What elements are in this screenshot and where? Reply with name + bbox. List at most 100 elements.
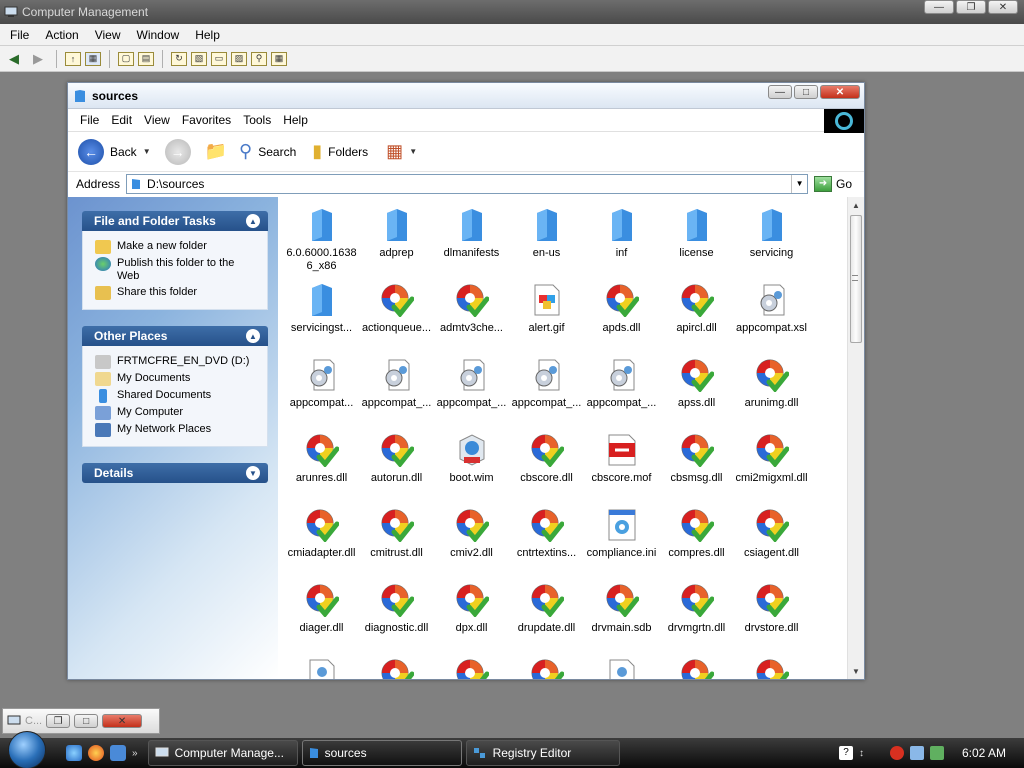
menu-favorites[interactable]: Favorites xyxy=(176,113,237,127)
file-item[interactable]: en-us xyxy=(509,201,584,276)
file-item[interactable]: apds.dll xyxy=(584,276,659,351)
minimized-close-button[interactable]: ✕ xyxy=(102,714,143,728)
taskbar-task-computer-management[interactable]: Computer Manage... xyxy=(147,740,298,766)
show-hide-tree-icon[interactable]: ▦ xyxy=(85,51,101,66)
search-icon[interactable]: ⚲ xyxy=(251,51,267,66)
outer-menu-action[interactable]: Action xyxy=(37,28,86,42)
back-arrow-icon[interactable]: ◀ xyxy=(4,49,24,69)
place-dvd-drive[interactable]: FRTMCFRE_EN_DVD (D:) xyxy=(95,355,259,369)
file-item[interactable]: compres.dll xyxy=(659,501,734,576)
explorer-minimize-button[interactable]: — xyxy=(768,85,792,99)
outer-menu-window[interactable]: Window xyxy=(129,28,188,42)
menu-file[interactable]: File xyxy=(74,113,105,127)
file-item[interactable]: apircl.dll xyxy=(659,276,734,351)
help-icon[interactable]: ? xyxy=(838,746,853,760)
taskbar-task-registry-editor[interactable]: Registry Editor xyxy=(465,740,620,766)
file-item[interactable]: admtv3che... xyxy=(434,276,509,351)
file-item[interactable]: cbscore.dll xyxy=(509,426,584,501)
help-pane-icon[interactable]: ▤ xyxy=(138,51,154,66)
place-shared-documents[interactable]: Shared Documents xyxy=(95,389,259,403)
file-item[interactable]: diager.dll xyxy=(284,576,359,651)
view-details-icon[interactable]: ▦ xyxy=(271,51,287,66)
outer-menu-help[interactable]: Help xyxy=(187,28,228,42)
volume-icon[interactable] xyxy=(929,746,944,760)
file-item[interactable]: autorun.dll xyxy=(359,426,434,501)
file-item[interactable]: dlmanifests xyxy=(434,201,509,276)
file-item[interactable]: cmi2migxml.dll xyxy=(734,426,809,501)
views-dropdown-icon[interactable]: ▼ xyxy=(409,147,417,156)
folders-icon[interactable]: ▮ xyxy=(312,141,322,162)
file-item[interactable]: appcompat_... xyxy=(509,351,584,426)
file-item[interactable]: servicingst... xyxy=(284,276,359,351)
open-folder-icon[interactable]: ▭ xyxy=(211,51,227,66)
scroll-up-arrow-icon[interactable]: ▲ xyxy=(848,197,864,213)
forward-icon[interactable]: → xyxy=(164,138,191,165)
task-publish-folder[interactable]: Publish this folder to the Web xyxy=(95,257,259,283)
folders-button[interactable]: Folders xyxy=(328,145,368,159)
minimized-restore-button[interactable]: ❐ xyxy=(46,714,71,728)
back-button[interactable]: Back xyxy=(110,145,137,159)
file-item[interactable]: drupdate.dll xyxy=(509,576,584,651)
menu-tools[interactable]: Tools xyxy=(237,113,277,127)
back-icon[interactable]: ← xyxy=(78,138,104,165)
outer-menu-view[interactable]: View xyxy=(87,28,129,42)
outer-minimize-button[interactable]: — xyxy=(924,0,954,14)
internet-explorer-icon[interactable] xyxy=(66,745,82,761)
file-item[interactable]: alert.gif xyxy=(509,276,584,351)
file-folder-tasks-header[interactable]: File and Folder Tasks ▲ xyxy=(82,211,268,231)
place-my-documents[interactable]: My Documents xyxy=(95,372,259,386)
up-folder-icon[interactable]: 📁 xyxy=(205,141,227,162)
file-item[interactable]: diagnostic.dll xyxy=(359,576,434,651)
taskbar-task-sources[interactable]: sources xyxy=(301,740,462,766)
network-icon[interactable] xyxy=(909,746,924,760)
file-item[interactable]: cmiadapter.dll xyxy=(284,501,359,576)
file-item[interactable] xyxy=(734,651,809,679)
outer-close-button[interactable]: ✕ xyxy=(988,0,1018,14)
outer-menu-file[interactable]: File xyxy=(2,28,37,42)
show-desktop-icon[interactable] xyxy=(110,745,126,761)
export-icon[interactable]: ▧ xyxy=(191,51,207,66)
file-item[interactable]: drvmain.sdb xyxy=(584,576,659,651)
other-places-header[interactable]: Other Places ▲ xyxy=(82,326,268,346)
address-dropdown-icon[interactable]: ▼ xyxy=(791,174,807,193)
explorer-maximize-button[interactable]: □ xyxy=(794,85,818,99)
browser-icon[interactable] xyxy=(88,745,104,761)
go-button[interactable]: ➜ Go xyxy=(814,175,852,192)
file-item[interactable]: appcompat_... xyxy=(359,351,434,426)
file-item[interactable]: arunres.dll xyxy=(284,426,359,501)
tree-icon[interactable]: ▨ xyxy=(231,51,247,66)
file-list-view[interactable]: 6.0.6000.16386_x86 adprep dlmanifests en-us… xyxy=(278,197,864,679)
file-item[interactable]: appcompat_... xyxy=(434,351,509,426)
start-orb-icon[interactable] xyxy=(8,731,46,768)
file-item[interactable]: drvmgrtn.dll xyxy=(659,576,734,651)
file-item[interactable]: arunimg.dll xyxy=(734,351,809,426)
security-alert-icon[interactable] xyxy=(889,746,904,760)
outer-restore-button[interactable]: ❐ xyxy=(956,0,986,14)
back-dropdown-icon[interactable]: ▼ xyxy=(143,147,151,156)
clock[interactable]: 6:02 AM xyxy=(962,746,1006,760)
file-item[interactable]: actionqueue... xyxy=(359,276,434,351)
file-item[interactable]: servicing xyxy=(734,201,809,276)
file-item[interactable]: cbsmsg.dll xyxy=(659,426,734,501)
address-input[interactable]: D:\sources ▼ xyxy=(126,173,809,194)
file-item[interactable]: appcompat.xsl xyxy=(734,276,809,351)
explorer-close-button[interactable]: ✕ xyxy=(820,85,860,99)
scroll-down-arrow-icon[interactable]: ▼ xyxy=(848,663,864,679)
file-item[interactable]: cbscore.mof xyxy=(584,426,659,501)
file-item[interactable] xyxy=(509,651,584,679)
outer-window-titlebar[interactable]: Computer Management — ❐ ✕ xyxy=(0,0,1024,24)
refresh-icon[interactable]: ↻ xyxy=(171,51,187,66)
file-item[interactable]: appcompat... xyxy=(284,351,359,426)
vertical-scrollbar[interactable]: ▲ ▼ xyxy=(847,197,864,679)
expand-chevron-icon[interactable]: ▼ xyxy=(246,466,260,480)
menu-help[interactable]: Help xyxy=(277,113,314,127)
minimized-maximize-button[interactable]: □ xyxy=(74,714,99,728)
file-item[interactable]: adprep xyxy=(359,201,434,276)
file-item[interactable]: appcompat_... xyxy=(584,351,659,426)
file-item[interactable]: cmiv2.dll xyxy=(434,501,509,576)
collapse-chevron-icon[interactable]: ▲ xyxy=(246,214,260,228)
file-item[interactable] xyxy=(434,651,509,679)
file-item[interactable]: cmitrust.dll xyxy=(359,501,434,576)
quick-launch-more-icon[interactable]: » xyxy=(132,748,138,759)
collapse-chevron-icon[interactable]: ▲ xyxy=(246,329,260,343)
